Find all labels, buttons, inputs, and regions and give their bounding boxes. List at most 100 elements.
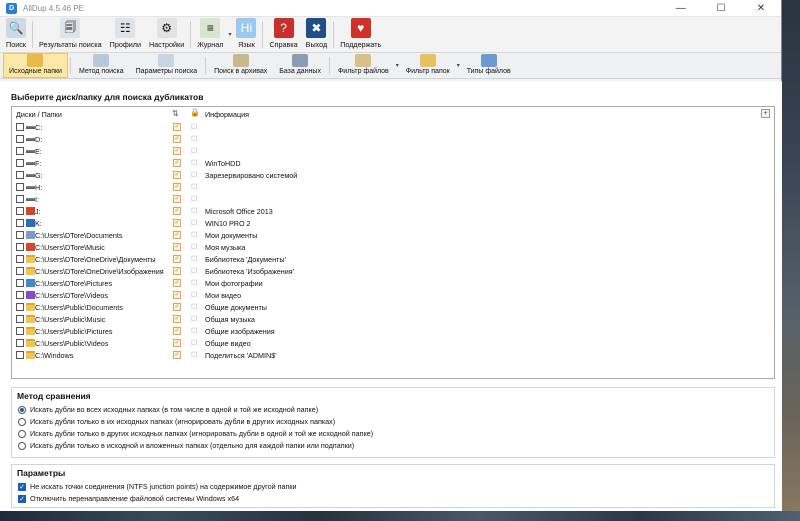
lock-toggle-icon[interactable]: ☐: [191, 291, 197, 299]
row-checkbox[interactable]: [16, 255, 24, 263]
toolbar-button-exit[interactable]: ✖ Выход: [302, 17, 332, 52]
include-subfolders-checkbox[interactable]: ✓: [173, 183, 181, 191]
param-option[interactable]: ✓ Отключить перенаправление файловой сист…: [18, 493, 239, 504]
lock-toggle-icon[interactable]: ☐: [191, 135, 197, 143]
lock-toggle-icon[interactable]: ☐: [191, 339, 197, 347]
include-subfolders-checkbox[interactable]: ✓: [173, 231, 181, 239]
toolbar-button-search[interactable]: 🔍 Поиск: [2, 17, 30, 52]
tree-row[interactable]: C:\Users\Public\Documents ✓ ☐ Общие докумен…: [12, 301, 774, 313]
row-checkbox[interactable]: [16, 291, 24, 299]
row-checkbox[interactable]: [16, 123, 24, 131]
lock-toggle-icon[interactable]: ☐: [191, 327, 197, 335]
tree-row[interactable]: C:\Windows ✓ ☐ Поделиться 'ADMIN$': [12, 349, 774, 361]
tree-row[interactable]: C:\Users\DTore\OneDrive\Документы ✓ ☐ Библи…: [12, 253, 774, 265]
compare-method-option[interactable]: Искать дубли только в их исходных папках…: [18, 416, 335, 427]
tree-row[interactable]: C:\Users\DTore\Videos ✓ ☐ Мои видео: [12, 289, 774, 301]
add-folder-button[interactable]: +: [761, 109, 770, 118]
include-subfolders-checkbox[interactable]: ✓: [173, 219, 181, 227]
tree-row[interactable]: C:\Users\DTore\Pictures ✓ ☐ Мои фотографии: [12, 277, 774, 289]
lock-toggle-icon[interactable]: ☐: [191, 279, 197, 287]
column-drives-folders[interactable]: Диски / Папки: [16, 110, 62, 119]
column-info[interactable]: Информация: [205, 110, 249, 119]
row-checkbox[interactable]: [16, 303, 24, 311]
tree-row[interactable]: G: ✓ ☐ Зарезервировано системой: [12, 169, 774, 181]
lock-toggle-icon[interactable]: ☐: [191, 351, 197, 359]
include-subfolders-checkbox[interactable]: ✓: [173, 243, 181, 251]
row-checkbox[interactable]: [16, 159, 24, 167]
lock-toggle-icon[interactable]: ☐: [191, 303, 197, 311]
tree-row[interactable]: K: ✓ ☐ WIN10 PRO 2: [12, 217, 774, 229]
row-checkbox[interactable]: [16, 183, 24, 191]
include-subfolders-checkbox[interactable]: ✓: [173, 255, 181, 263]
lock-toggle-icon[interactable]: ☐: [191, 255, 197, 263]
toolbar-button-settings[interactable]: ⚙ Настройки: [145, 17, 188, 52]
source-toolbar-button-database[interactable]: База данных: [273, 53, 327, 78]
tree-row[interactable]: C:\Users\Public\Music ✓ ☐ Общая музыка: [12, 313, 774, 325]
tree-row[interactable]: F: ✓ ☐ WinToHDD: [12, 157, 774, 169]
include-subfolders-checkbox[interactable]: ✓: [173, 327, 181, 335]
lock-toggle-icon[interactable]: ☐: [191, 231, 197, 239]
tree-row[interactable]: C:\Users\DTore\OneDrive\Изображения ✓ ☐ Биб…: [12, 265, 774, 277]
toolbar-button-help[interactable]: ? Справка: [265, 17, 301, 52]
row-checkbox[interactable]: [16, 279, 24, 287]
param-checkbox[interactable]: ✓: [18, 482, 26, 491]
toolbar-button-log[interactable]: ≡ Журнал: [193, 17, 227, 52]
lock-toggle-icon[interactable]: ☐: [191, 195, 197, 203]
radio-button[interactable]: [18, 441, 26, 450]
include-subfolders-checkbox[interactable]: ✓: [173, 123, 181, 131]
lock-toggle-icon[interactable]: ☐: [191, 183, 197, 191]
radio-button[interactable]: [18, 429, 26, 438]
include-subfolders-checkbox[interactable]: ✓: [173, 207, 181, 215]
include-subfolders-checkbox[interactable]: ✓: [173, 279, 181, 287]
tree-row[interactable]: E: ✓ ☐: [12, 145, 774, 157]
include-subfolders-checkbox[interactable]: ✓: [173, 159, 181, 167]
include-subfolders-checkbox[interactable]: ✓: [173, 147, 181, 155]
tree-row[interactable]: C:\Users\Public\Pictures ✓ ☐ Общие изображе…: [12, 325, 774, 337]
row-checkbox[interactable]: [16, 171, 24, 179]
minimize-button[interactable]: —: [661, 0, 701, 17]
row-checkbox[interactable]: [16, 207, 24, 215]
lock-toggle-icon[interactable]: ☐: [191, 159, 197, 167]
radio-button[interactable]: [18, 405, 26, 414]
compare-method-option[interactable]: Искать дубли только в исходной и вложенн…: [18, 440, 354, 451]
source-toolbar-button-search-method[interactable]: Метод поиска: [73, 53, 130, 78]
tree-row[interactable]: I: ✓ ☐: [12, 193, 774, 205]
source-folder-tree[interactable]: Диски / Папки ⇅ 🔒 Информация + C: ✓ ☐ D: ✓ ☐ E…: [11, 106, 775, 379]
lock-toggle-icon[interactable]: ☐: [191, 171, 197, 179]
tree-row[interactable]: C: ✓ ☐: [12, 121, 774, 133]
include-subfolders-checkbox[interactable]: ✓: [173, 135, 181, 143]
toolbar-button-paypal[interactable]: ♥ Поддержать: [336, 17, 385, 52]
include-subfolders-checkbox[interactable]: ✓: [173, 303, 181, 311]
lock-toggle-icon[interactable]: ☐: [191, 267, 197, 275]
row-checkbox[interactable]: [16, 315, 24, 323]
source-toolbar-button-source-folders[interactable]: Исходные папки: [3, 53, 68, 78]
row-checkbox[interactable]: [16, 231, 24, 239]
include-subfolders-checkbox[interactable]: ✓: [173, 291, 181, 299]
lock-toggle-icon[interactable]: ☐: [191, 243, 197, 251]
tree-row[interactable]: C:\Users\DTore\Music ✓ ☐ Моя музыка: [12, 241, 774, 253]
lock-toggle-icon[interactable]: ☐: [191, 147, 197, 155]
include-subfolders-checkbox[interactable]: ✓: [173, 339, 181, 347]
lock-toggle-icon[interactable]: ☐: [191, 123, 197, 131]
file-filter-dropdown-arrow-icon[interactable]: ▾: [396, 62, 399, 69]
log-dropdown-arrow-icon[interactable]: ▾: [228, 31, 231, 38]
include-subfolders-checkbox[interactable]: ✓: [173, 315, 181, 323]
row-checkbox[interactable]: [16, 327, 24, 335]
tree-row[interactable]: H: ✓ ☐: [12, 181, 774, 193]
toolbar-button-profiles[interactable]: ☷ Профили: [106, 17, 145, 52]
tree-row[interactable]: C:\Users\Public\Videos ✓ ☐ Общие видео: [12, 337, 774, 349]
include-subfolders-checkbox[interactable]: ✓: [173, 195, 181, 203]
folder-filter-dropdown-arrow-icon[interactable]: ▾: [457, 62, 460, 69]
source-toolbar-button-search-params[interactable]: Параметры поиска: [130, 53, 203, 78]
toolbar-button-language[interactable]: Hi Язык: [232, 17, 260, 52]
param-checkbox[interactable]: ✓: [18, 494, 26, 503]
row-checkbox[interactable]: [16, 135, 24, 143]
source-toolbar-button-folder-filter[interactable]: Фильтр папок: [400, 53, 456, 78]
close-button[interactable]: ✕: [741, 0, 781, 17]
include-subfolders-checkbox[interactable]: ✓: [173, 351, 181, 359]
compare-method-option[interactable]: Искать дубли только в других исходных па…: [18, 428, 373, 439]
radio-button[interactable]: [18, 417, 26, 426]
lock-column-icon[interactable]: 🔒: [190, 108, 200, 117]
include-subfolders-checkbox[interactable]: ✓: [173, 267, 181, 275]
lock-toggle-icon[interactable]: ☐: [191, 219, 197, 227]
